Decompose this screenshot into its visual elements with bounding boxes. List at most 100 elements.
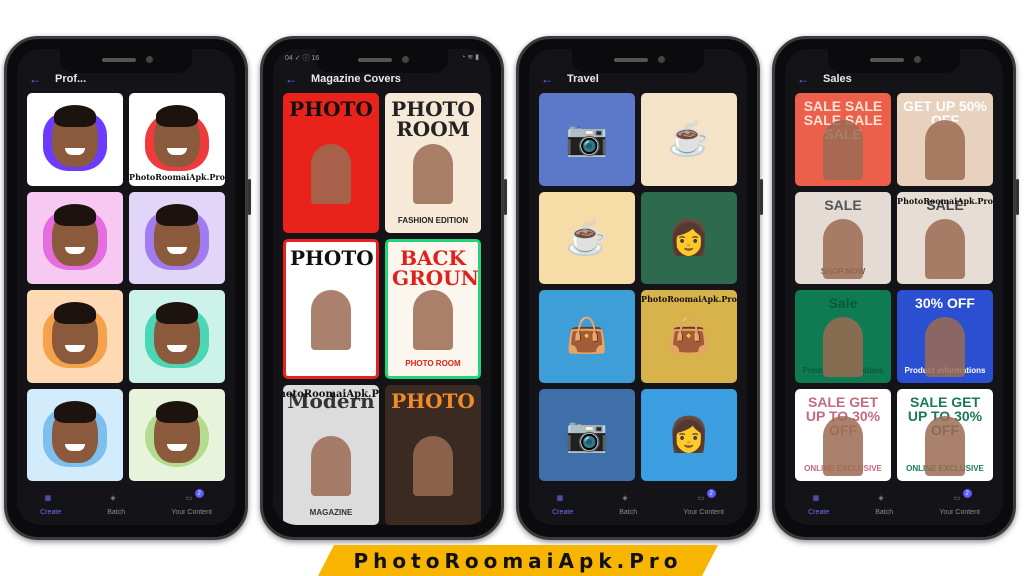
template-grid: PHOTO PHOTO ROOM FASHION EDITION PHOTO BACK …	[283, 93, 481, 525]
nav-label: Your Content	[171, 509, 212, 516]
model-photo	[413, 436, 453, 496]
template-card[interactable]	[27, 290, 123, 383]
template-card[interactable]: BACK GROUND PHOTO ROOM	[385, 239, 481, 379]
template-card[interactable]: SALESHOP NOW	[795, 191, 891, 284]
template-card[interactable]: 📷	[539, 93, 635, 186]
portrait	[52, 105, 98, 168]
template-card[interactable]: SALE SALE SALE SALE SALE	[795, 93, 891, 186]
nav-batch[interactable]: ◈ Batch	[107, 494, 125, 516]
page-title: Prof...	[55, 73, 87, 85]
page-title: Sales	[823, 73, 852, 85]
template-grid: PhotoRoomaiApk.Pro	[27, 93, 225, 481]
card-headline: SALE	[824, 196, 862, 213]
phone-sales: ← Sales SALE SALE SALE SALE SALEGET UP 5…	[772, 36, 1019, 540]
nav-your-content[interactable]: ▭ 2 Your Content	[683, 489, 724, 516]
bottom-nav: ▦ Create ◈ Batch ▭ 2 Your Content	[17, 485, 235, 525]
portrait	[154, 302, 200, 365]
template-card[interactable]: GET UP 50% OFF	[897, 93, 993, 186]
nav-batch[interactable]: ◈ Batch	[619, 494, 637, 516]
nav-create[interactable]: ▦ Create	[808, 494, 829, 516]
screen: ← Travel 📷 ☕ ☕ 👩 👜 👜 PhotoRoomaiApk.Pro 📷 👩 ▦ Cre…	[529, 49, 747, 525]
card-subtext: FASHION EDITION	[397, 216, 469, 225]
template-card[interactable]: 📷	[539, 388, 635, 481]
back-arrow-icon[interactable]: ←	[29, 72, 41, 86]
status-icons: 04 ✓ ⓘ 16	[285, 55, 320, 62]
template-card[interactable]	[27, 388, 123, 481]
nav-your-content[interactable]: ▭ 2 Your Content	[939, 489, 980, 516]
banner-text: PhotoRoomaiApk.Pro	[353, 548, 683, 573]
card-headline: PHOTO	[289, 97, 373, 121]
bag-image: 👜	[667, 317, 711, 356]
template-card[interactable]	[129, 388, 225, 481]
model-photo	[925, 415, 965, 476]
model-photo	[823, 218, 863, 279]
phone-magazine: 04 ✓ ⓘ 16 ◔ ≋ ▮ ← Magazine Covers PHOTO PH…	[260, 36, 507, 540]
template-card[interactable]	[129, 191, 225, 284]
card-headline: PHOTO ROOM	[391, 97, 475, 141]
card-headline: 30% OFF	[915, 295, 975, 311]
template-card[interactable]: 30% OFFProduct informations	[897, 290, 993, 383]
page-title: Magazine Covers	[311, 73, 401, 85]
template-card[interactable]: ☕	[641, 93, 737, 186]
template-card[interactable]: 👜	[539, 290, 635, 383]
template-card[interactable]: PHOTO ROOM FASHION EDITION	[385, 93, 481, 233]
nav-label: Your Content	[683, 509, 724, 516]
template-card[interactable]: ☕	[539, 191, 635, 284]
template-card[interactable]: SaleProduct informations	[795, 290, 891, 383]
latte-image: ☕	[667, 120, 711, 159]
model-photo	[823, 120, 863, 181]
nav-label: Your Content	[939, 509, 980, 516]
nav-create[interactable]: ▦ Create	[552, 494, 573, 516]
template-card[interactable]: PhotoRoomaiApk.Pro	[129, 93, 225, 186]
bag-image: 👜	[565, 317, 609, 356]
model-photo	[925, 120, 965, 181]
card-subtext: PHOTO ROOM	[405, 359, 461, 368]
template-card[interactable]: PHOTO	[283, 239, 379, 379]
template-card[interactable]: 👩	[641, 388, 737, 481]
template-card[interactable]: PHOTO	[283, 93, 379, 233]
count-badge: 2	[194, 489, 204, 498]
nav-batch[interactable]: ◈ Batch	[875, 494, 893, 516]
card-headline: Sale	[828, 295, 858, 311]
model-photo	[925, 218, 965, 279]
side-button	[760, 179, 763, 215]
template-card[interactable]	[27, 93, 123, 186]
model-photo	[925, 317, 965, 378]
camera-image: 📷	[565, 120, 609, 159]
template-grid: SALE SALE SALE SALE SALEGET UP 50% OFFSA…	[795, 93, 993, 481]
nav-label: Create	[552, 509, 574, 516]
template-card[interactable]	[129, 290, 225, 383]
template-card[interactable]: ModernMAGAZINEPhotoRoomaiApk.Pro	[283, 385, 379, 525]
stack-icon: ▭ 2	[954, 489, 972, 506]
back-arrow-icon[interactable]: ←	[541, 72, 553, 86]
side-button	[1016, 179, 1019, 215]
nav-label: Batch	[619, 509, 638, 516]
card-headline: BACK GROUND	[392, 246, 479, 290]
nav-label: Batch	[875, 509, 894, 516]
stack-icon: ▭ 2	[698, 489, 716, 506]
watermark: PhotoRoomaiApk.Pro	[283, 389, 379, 400]
model-photo	[413, 290, 453, 350]
side-button	[504, 179, 507, 215]
template-card[interactable]: PHOTO	[385, 385, 481, 525]
portrait	[52, 302, 98, 365]
layers-icon: ◈	[110, 495, 116, 502]
nav-create[interactable]: ▦ Create	[40, 494, 61, 516]
watermark: PhotoRoomaiApk.Pro	[129, 171, 225, 182]
template-card[interactable]: SALE PhotoRoomaiApk.Pro	[897, 191, 993, 284]
template-card[interactable]: SALE GET UP TO 30% OFFONLINE EXCLUSIVE	[897, 388, 993, 481]
notch	[572, 49, 704, 73]
watermark: PhotoRoomaiApk.Pro	[641, 294, 737, 304]
template-card[interactable]: 👜 PhotoRoomaiApk.Pro	[641, 290, 737, 383]
count-badge: 2	[706, 489, 716, 498]
model-photo	[823, 415, 863, 476]
template-card[interactable]: SALE GET UP TO 30% OFFONLINE EXCLUSIVE	[795, 388, 891, 481]
signal-icon: ◔ ≋ ▮	[461, 54, 479, 61]
notch	[60, 49, 192, 73]
nav-your-content[interactable]: ▭ 2 Your Content	[171, 489, 212, 516]
bottom-nav: ▦ Create ◈ Batch ▭ 2 Your Content	[785, 485, 1003, 525]
template-card[interactable]: 👩	[641, 191, 737, 284]
back-arrow-icon[interactable]: ←	[797, 72, 809, 86]
template-card[interactable]	[27, 191, 123, 284]
back-arrow-icon[interactable]: ←	[285, 72, 297, 86]
